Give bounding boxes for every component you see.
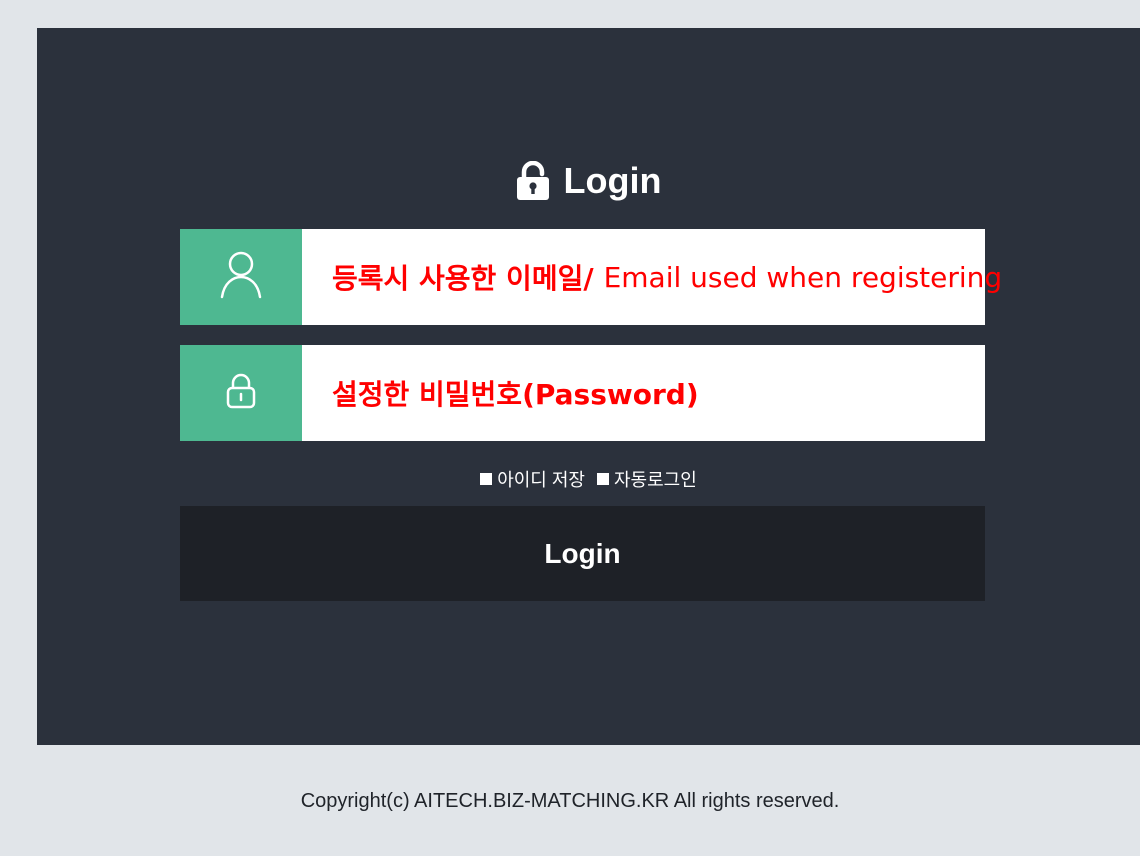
login-title: Login	[37, 160, 1140, 202]
password-field[interactable]: 설정한 비밀번호(Password)	[180, 345, 985, 441]
lock-icon	[226, 373, 256, 414]
email-field[interactable]: 등록시 사용한 이메일/ Email used when registering	[180, 229, 1002, 325]
auto-login-checkbox-box[interactable]	[597, 473, 609, 485]
password-icon-box	[180, 345, 302, 441]
auto-login-label: 자동로그인	[614, 470, 697, 490]
auto-login-checkbox[interactable]: 자동로그인	[597, 466, 697, 492]
login-button[interactable]: Login	[180, 506, 985, 601]
email-icon-box	[180, 229, 302, 325]
password-value[interactable]: 설정한 비밀번호(Password)	[332, 345, 699, 441]
password-value-text: 설정한 비밀번호(Password)	[332, 378, 699, 411]
save-id-checkbox[interactable]: 아이디 저장	[480, 466, 585, 492]
save-id-label: 아이디 저장	[497, 470, 585, 490]
login-options: 아이디 저장 자동로그인	[37, 466, 1140, 492]
save-id-checkbox-box[interactable]	[480, 473, 493, 485]
login-panel: Login 등록시 사용한 이메일/ Email used when regis…	[37, 28, 1140, 745]
email-value-english: Email used when registering	[603, 260, 1003, 294]
copyright-text: Copyright(c) AITECH.BIZ-MATCHING.KR All …	[300, 790, 840, 812]
login-title-text: Login	[563, 160, 662, 201]
user-icon	[219, 250, 263, 305]
email-value[interactable]: 등록시 사용한 이메일/ Email used when registering	[332, 229, 1002, 325]
padlock-icon	[516, 161, 550, 201]
email-value-korean: 등록시 사용한 이메일/	[332, 262, 594, 295]
